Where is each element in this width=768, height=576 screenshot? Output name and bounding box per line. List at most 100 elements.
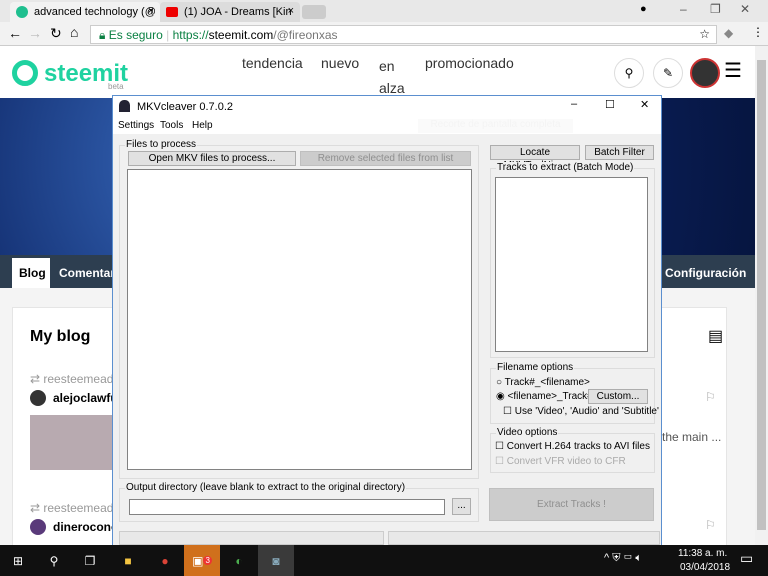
checkbox-label: Use 'Video', 'Audio' and 'Subtitle' [514,406,659,417]
tab-blog[interactable]: Blog [12,258,50,288]
hamburger-menu-icon[interactable]: ☰ [724,58,742,83]
title-bar[interactable]: MKVcleaver 0.7.0.2 – ☐ ✕ [113,96,661,117]
author-avatar [30,390,46,406]
clock-time[interactable]: 11:38 a. m. [678,548,727,559]
convert-avi-checkbox[interactable]: ☐ Convert H.264 tracks to AVI files [495,441,650,452]
close-icon[interactable]: ✕ [640,98,649,111]
tracks-group: Tracks to extract (Batch Mode) [490,162,655,358]
post-author[interactable]: alejoclawful [53,391,121,405]
custom-button[interactable]: Custom... [588,389,648,404]
new-tab-button[interactable] [302,5,326,19]
post-author[interactable]: dinerocono [53,520,118,534]
steemit-header: steemit beta tendencia nuevo en alza pro… [0,46,755,98]
pencil-icon[interactable]: ✎ [653,58,683,88]
video-options-group: Video options ☐ Convert H.264 tracks to … [490,427,655,473]
file-explorer-icon[interactable]: ■ [110,545,146,576]
menu-help[interactable]: Help [192,120,213,131]
menu-bar: Settings Tools Help Recorte de pantalla … [113,117,661,134]
search-icon[interactable]: ⚲ [36,545,72,576]
extension-icon[interactable]: ◆ [724,26,733,40]
browse-button[interactable]: ... [452,498,471,515]
radio-empty-icon: ○ [496,377,503,388]
restore-icon[interactable]: ❐ [710,2,721,16]
extract-tracks-button[interactable]: Extract Tracks ! [489,488,654,521]
radio-selected-icon: ◉ [496,391,505,402]
browser-tab-active[interactable]: advanced technology (@ × [10,2,160,22]
close-tab-icon[interactable]: × [288,5,294,17]
close-tab-icon[interactable]: × [148,5,154,17]
chrome-icon[interactable]: ● [147,545,183,576]
output-directory-input[interactable] [129,499,445,515]
menu-icon[interactable]: ⋮ [752,25,764,39]
radio-label: <filename>_Track# [507,391,593,402]
checkbox-label: Convert VFR video to CFR [506,456,626,467]
maximize-icon[interactable]: ☐ [605,98,615,111]
post-snippet[interactable]: the main ... [662,430,721,444]
mkv-app-icon [119,100,130,112]
avatar[interactable] [690,58,720,88]
radio-filename-track[interactable]: ◉ <filename>_Track# [496,391,593,402]
beta-label: beta [108,82,124,91]
blog-title: My blog [30,328,91,345]
notification-badge: 3 [203,556,212,565]
bookmark-star-icon[interactable]: ☆ [699,27,710,41]
forward-icon[interactable]: → [28,25,42,41]
locate-mkvtoolnix-button[interactable]: Locate MKVToolNix... [490,145,580,171]
flag-icon[interactable]: ⚐ [705,390,716,404]
nav-tendencia[interactable]: tendencia [242,55,303,71]
mkvcleaver-window: MKVcleaver 0.7.0.2 – ☐ ✕ Settings Tools … [112,95,662,546]
discord-icon[interactable]: ▣ 3 [184,545,220,576]
page-scrollbar[interactable] [755,46,768,545]
files-group: Files to process Open MKV files to proce… [119,139,479,479]
group-label: Files to process [125,139,198,150]
nav-en-alza[interactable]: en alza [379,55,409,99]
tracks-list[interactable] [495,177,648,352]
status-panel-left [119,531,384,545]
windows-start-icon[interactable]: ⊞ [0,545,36,576]
back-icon[interactable]: ← [8,25,22,41]
clock-date[interactable]: 03/04/2018 [680,562,730,573]
convert-vfr-checkbox[interactable]: ☐ Convert VFR video to CFR [495,456,626,467]
menu-tools[interactable]: Tools [160,120,183,131]
reload-icon[interactable]: ↻ [50,25,62,42]
resteem-text: reesteemeado [43,501,121,515]
steemit-logo-icon[interactable] [12,60,38,86]
task-view-icon[interactable]: ❐ [72,545,108,576]
home-icon[interactable]: ⌂ [70,24,78,40]
use-names-checkbox[interactable]: ☐ Use 'Video', 'Audio' and 'Subtitle' [503,406,659,417]
group-label: Video options [496,427,559,438]
search-icon[interactable]: ⚲ [614,58,644,88]
download-manager-icon[interactable]: ◐ [221,545,257,576]
files-list[interactable] [127,169,472,470]
window-title: MKVcleaver 0.7.0.2 [137,101,233,113]
remove-files-button[interactable]: Remove selected files from list [300,151,471,166]
radio-track-filename[interactable]: ○ Track#_<filename> [496,377,590,388]
snip-hint: Recorte de pantalla completa [418,119,573,133]
tab-configuracion[interactable]: Configuración [665,266,746,280]
mkvcleaver-taskbar-icon[interactable]: ◙ [258,545,294,576]
resteem-label: ⇄ reesteemeado [30,372,121,386]
post-thumbnail[interactable] [30,415,115,470]
action-center-icon[interactable]: ▭ [740,550,753,567]
open-mkv-button[interactable]: Open MKV files to process... [128,151,296,166]
url-field[interactable]: 🔒︎ Es seguro | https://steemit.com/@fire… [90,25,717,44]
nav-nuevo[interactable]: nuevo [321,55,359,71]
checkbox-icon: ☐ [503,406,512,417]
minimize-icon[interactable]: – [571,98,577,110]
tray-overflow-icon[interactable]: ^ ⛨ ▭ 🔈︎ [604,552,642,565]
profile-icon[interactable]: ● [640,3,647,15]
checkbox-icon: ☐ [495,441,504,452]
nav-promocionado[interactable]: promocionado [425,55,514,71]
tab-title: advanced technology (@ [34,6,156,18]
layout-toggle-icon[interactable]: ▤ [708,326,723,346]
url-scheme: https:// [172,28,209,42]
browser-tab[interactable]: (1) JOA - Dreams [Kin × [160,2,300,22]
close-window-icon[interactable]: ✕ [740,2,750,16]
resteem-text: reesteemeado [43,372,121,386]
flag-icon[interactable]: ⚐ [705,518,716,532]
batch-filter-button[interactable]: Batch Filter [585,145,654,160]
minimize-icon[interactable]: – [680,2,687,16]
browser-tab-strip: advanced technology (@ × (1) JOA - Dream… [0,0,768,22]
menu-settings[interactable]: Settings [118,120,154,131]
secure-label: Es seguro [108,28,163,42]
